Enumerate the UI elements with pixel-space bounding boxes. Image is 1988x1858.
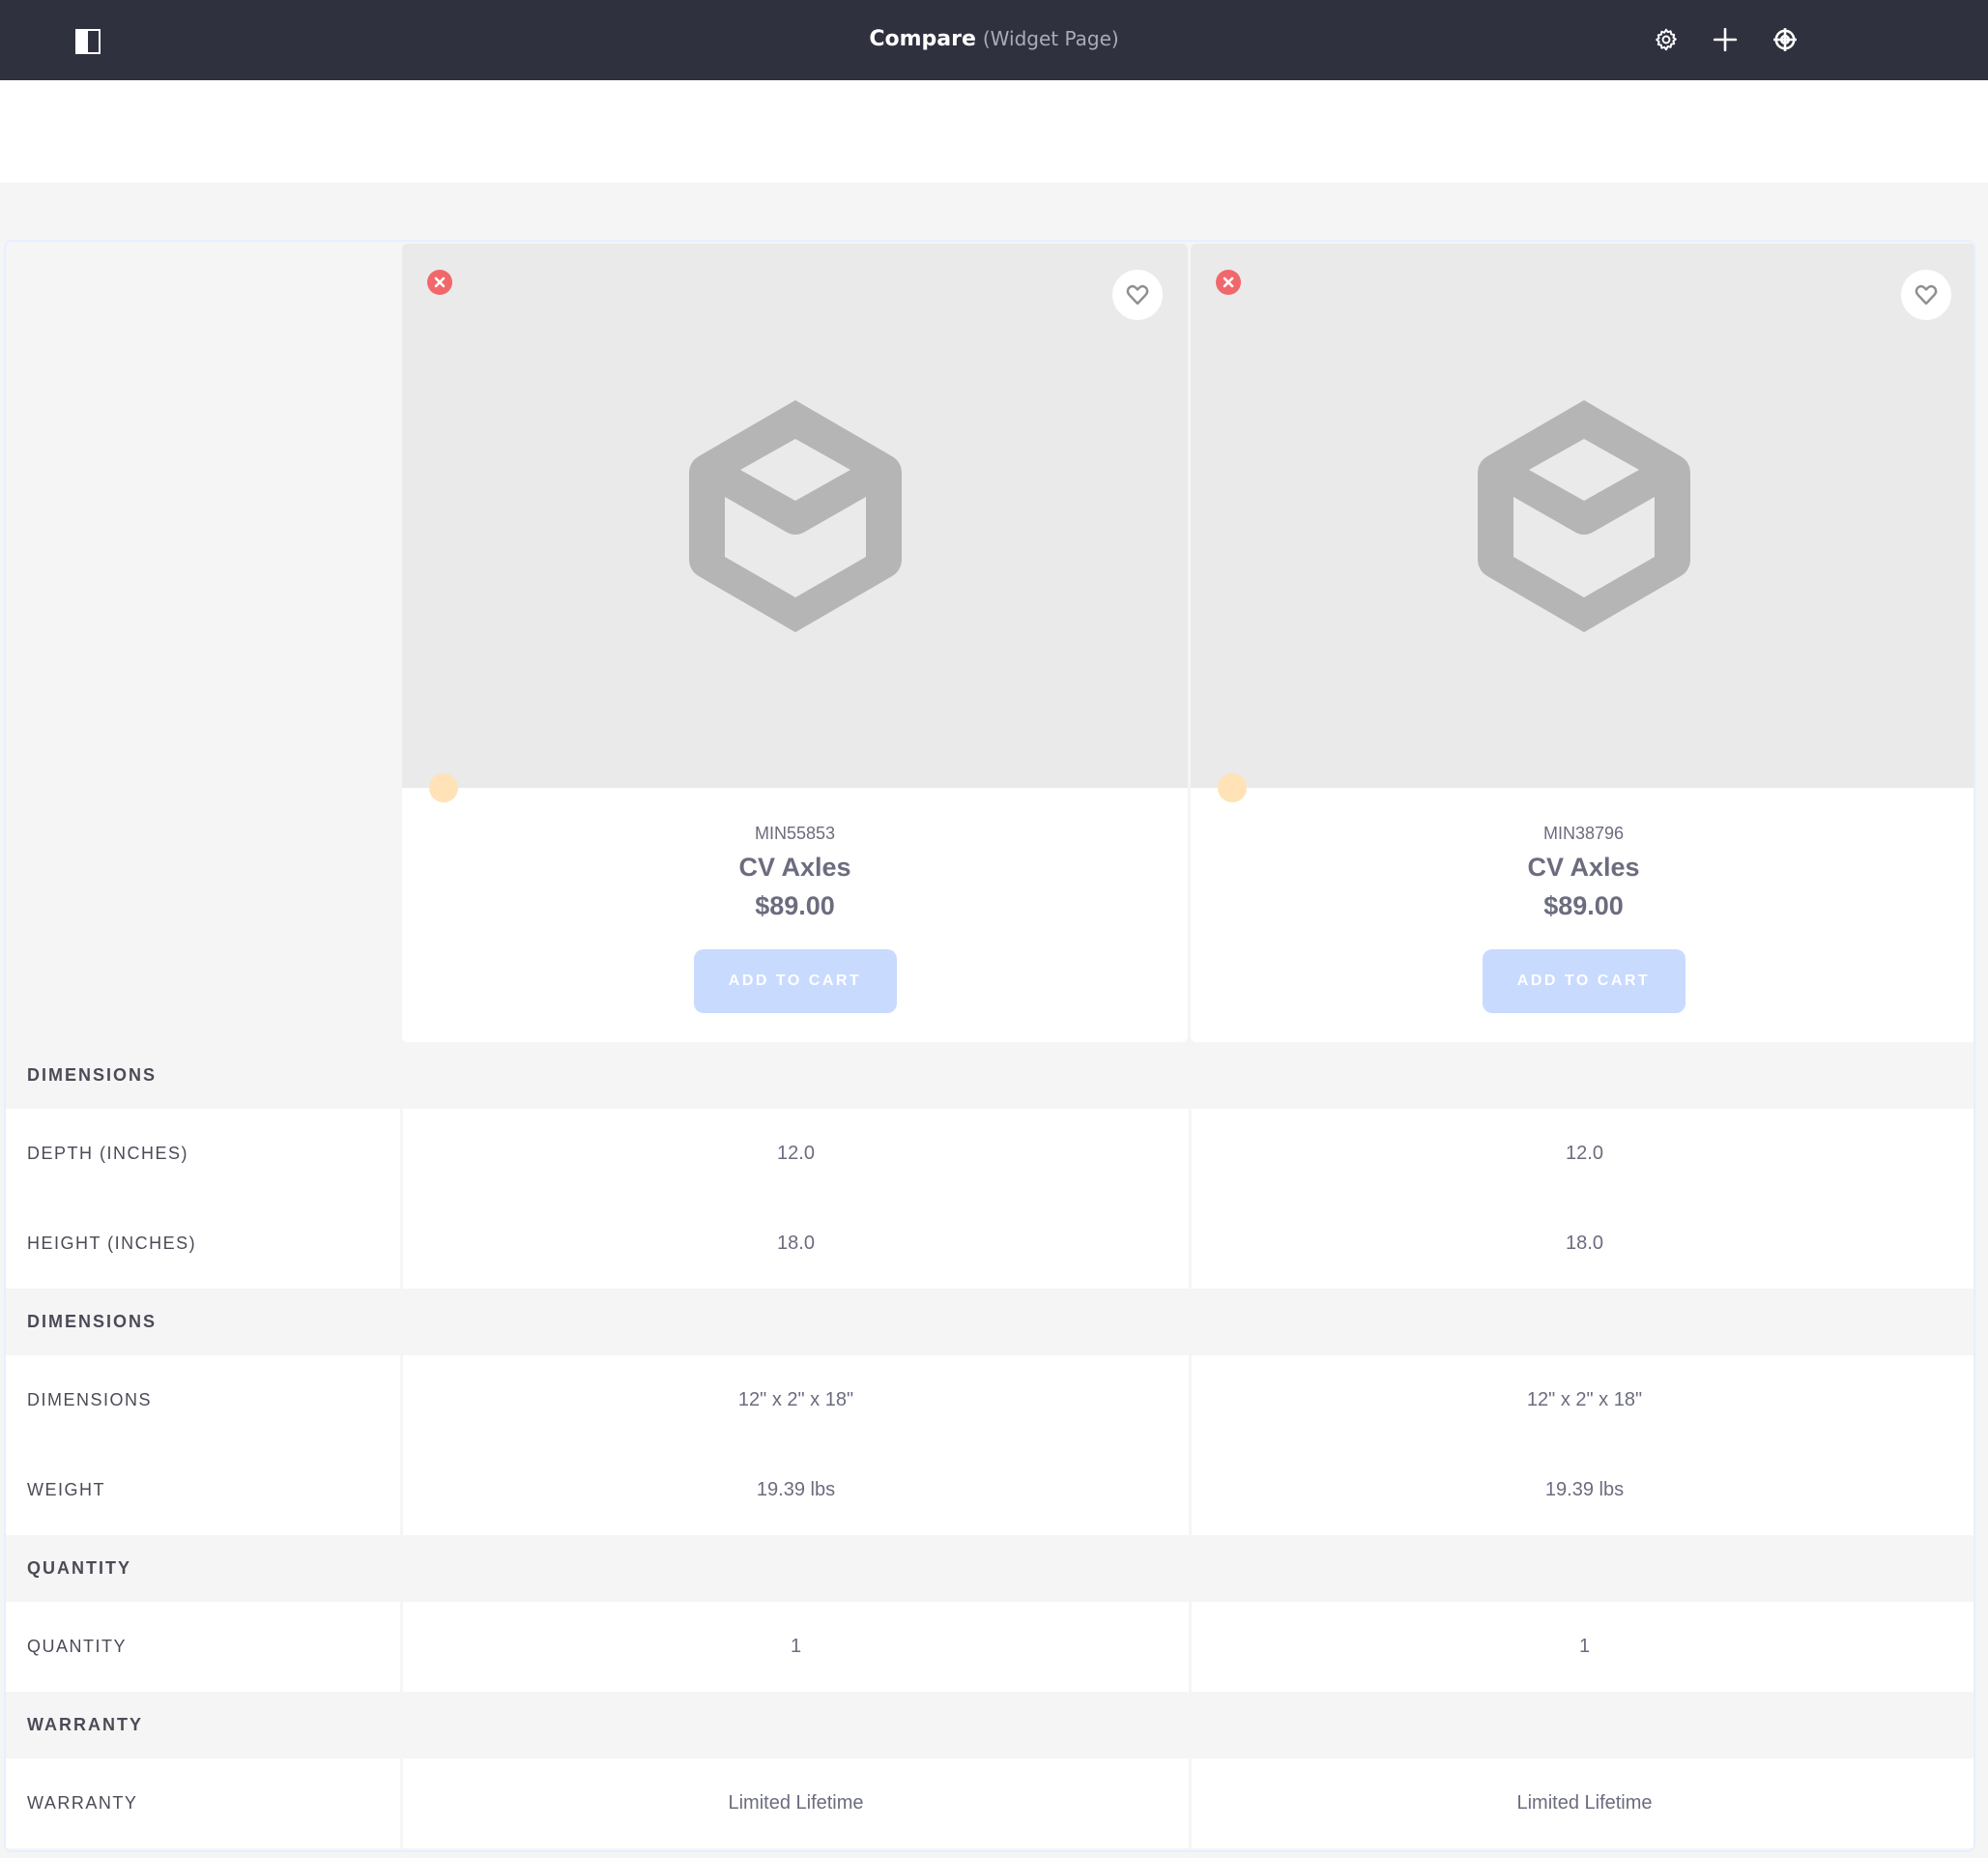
page-title: Compare (Widget Page)	[0, 27, 1988, 51]
simulation-button[interactable]	[1769, 23, 1801, 56]
spec-value: 12.0	[403, 1109, 1189, 1199]
product-name[interactable]: CV Axles	[402, 853, 1188, 883]
product-price: $89.00	[1543, 891, 1624, 920]
product-sku: MIN55853	[754, 824, 836, 843]
spec-value: 1	[403, 1602, 1189, 1692]
add-to-cart-button[interactable]: ADD TO CART	[693, 949, 897, 1013]
table-row: DEPTH (INCHES) 12.0 12.0	[6, 1109, 1974, 1199]
add-to-cart-button[interactable]: ADD TO CART	[1482, 949, 1685, 1013]
spec-label: DEPTH (INCHES)	[6, 1109, 400, 1199]
heart-icon	[1126, 284, 1149, 305]
spec-label: WEIGHT	[6, 1445, 400, 1535]
table-row: DIMENSIONS 12" x 2" x 18" 12" x 2" x 18"	[6, 1355, 1974, 1445]
product-placeholder-icon	[1477, 400, 1690, 632]
plus-icon	[1713, 27, 1738, 52]
product-name[interactable]: CV Axles	[1191, 853, 1974, 883]
add-button[interactable]	[1709, 23, 1742, 56]
spec-label: QUANTITY	[6, 1602, 400, 1692]
spec-value: 19.39 lbs	[1192, 1445, 1974, 1535]
spec-label: DIMENSIONS	[6, 1355, 400, 1445]
specification-table: DIMENSIONS DEPTH (INCHES) 12.0 12.0 HEIG…	[6, 1042, 1974, 1848]
heart-icon	[1915, 284, 1938, 305]
wishlist-button[interactable]	[1901, 270, 1951, 320]
spec-value: 19.39 lbs	[403, 1445, 1189, 1535]
table-row: QUANTITY 1 1	[6, 1602, 1974, 1692]
remove-product-button[interactable]	[427, 270, 452, 295]
spec-value: 12" x 2" x 18"	[403, 1355, 1189, 1445]
close-icon	[1223, 276, 1234, 288]
top-bar: Compare (Widget Page)	[0, 0, 1988, 80]
product-image-placeholder	[1191, 244, 1974, 788]
product-placeholder-icon	[688, 400, 902, 632]
table-row: WEIGHT 19.39 lbs 19.39 lbs	[6, 1445, 1974, 1535]
product-card: MIN55853 CV Axles $89.00 ADD TO CART	[402, 244, 1188, 1042]
spec-value: 18.0	[403, 1199, 1189, 1289]
remove-product-button[interactable]	[1216, 270, 1241, 295]
settings-button[interactable]	[1650, 23, 1683, 56]
table-row: WARRANTY Limited Lifetime Limited Lifeti…	[6, 1758, 1974, 1848]
spec-value: Limited Lifetime	[1192, 1758, 1974, 1848]
product-comparison: MIN55853 CV Axles $89.00 ADD TO CART MIN…	[4, 240, 1975, 1852]
spec-label: WARRANTY	[6, 1758, 400, 1848]
table-row: HEIGHT (INCHES) 18.0 18.0	[6, 1199, 1974, 1289]
section-header: WARRANTY	[6, 1692, 1974, 1758]
spec-value: 18.0	[1192, 1199, 1974, 1289]
product-price: $89.00	[755, 891, 835, 920]
product-sku: MIN38796	[1542, 824, 1625, 843]
section-header: QUANTITY	[6, 1535, 1974, 1602]
spec-value: 12" x 2" x 18"	[1192, 1355, 1974, 1445]
spec-value: 12.0	[1192, 1109, 1974, 1199]
target-icon	[1773, 28, 1797, 51]
page-title-subtitle: (Widget Page)	[982, 27, 1119, 50]
section-header: DIMENSIONS	[6, 1289, 1974, 1355]
spec-label: HEIGHT (INCHES)	[6, 1199, 400, 1289]
availability-indicator	[1218, 773, 1247, 802]
product-image-placeholder	[402, 244, 1188, 788]
availability-indicator	[429, 773, 458, 802]
page-header-area	[0, 80, 1988, 183]
product-card: MIN38796 CV Axles $89.00 ADD TO CART	[1191, 244, 1974, 1042]
gear-icon	[1656, 28, 1677, 51]
page-title-main: Compare	[869, 27, 976, 51]
section-header: DIMENSIONS	[6, 1042, 1974, 1109]
close-icon	[434, 276, 446, 288]
wishlist-button[interactable]	[1112, 270, 1163, 320]
spec-value: 1	[1192, 1602, 1974, 1692]
spec-value: Limited Lifetime	[403, 1758, 1189, 1848]
